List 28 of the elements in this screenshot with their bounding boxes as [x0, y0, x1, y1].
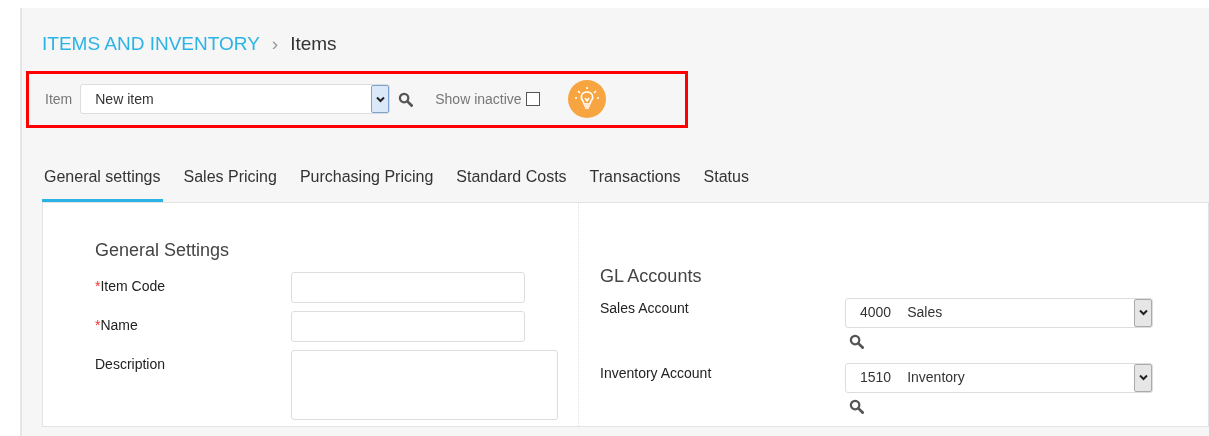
- description-field[interactable]: [291, 349, 558, 420]
- tab[interactable]: Transactions: [587, 164, 683, 202]
- item-select[interactable]: New item: [80, 84, 391, 114]
- field-label: *Name: [95, 315, 139, 335]
- section-title: General Settings: [95, 238, 231, 262]
- breadcrumb-separator: ›: [271, 32, 279, 56]
- search-icon[interactable]: [849, 398, 864, 414]
- search-icon[interactable]: [849, 333, 864, 349]
- section-title: GL Accounts: [600, 264, 703, 288]
- search-icon[interactable]: [398, 91, 414, 107]
- field-label: Sales Account: [600, 298, 690, 318]
- tab[interactable]: Status: [701, 164, 751, 202]
- text-field[interactable]: [291, 310, 525, 342]
- caret-icon[interactable]: [371, 85, 390, 113]
- account-select[interactable]: 4000 Sales: [845, 297, 1153, 328]
- breadcrumb-current: Items: [290, 32, 337, 56]
- caret-icon[interactable]: [1134, 363, 1152, 392]
- field-label: Description: [95, 354, 167, 374]
- caret-icon[interactable]: [1134, 298, 1152, 327]
- field-label: Inventory Account: [600, 363, 713, 383]
- account-select[interactable]: 1510 Inventory: [845, 362, 1153, 393]
- text-field[interactable]: [291, 271, 525, 303]
- item-label: Item: [45, 89, 73, 109]
- show-inactive-label: Show inactive: [435, 89, 522, 109]
- field-label: *Item Code: [95, 276, 167, 296]
- tab[interactable]: Standard Costs: [454, 164, 569, 202]
- tab[interactable]: Sales Pricing: [181, 164, 279, 202]
- tab[interactable]: Purchasing Pricing: [297, 164, 436, 202]
